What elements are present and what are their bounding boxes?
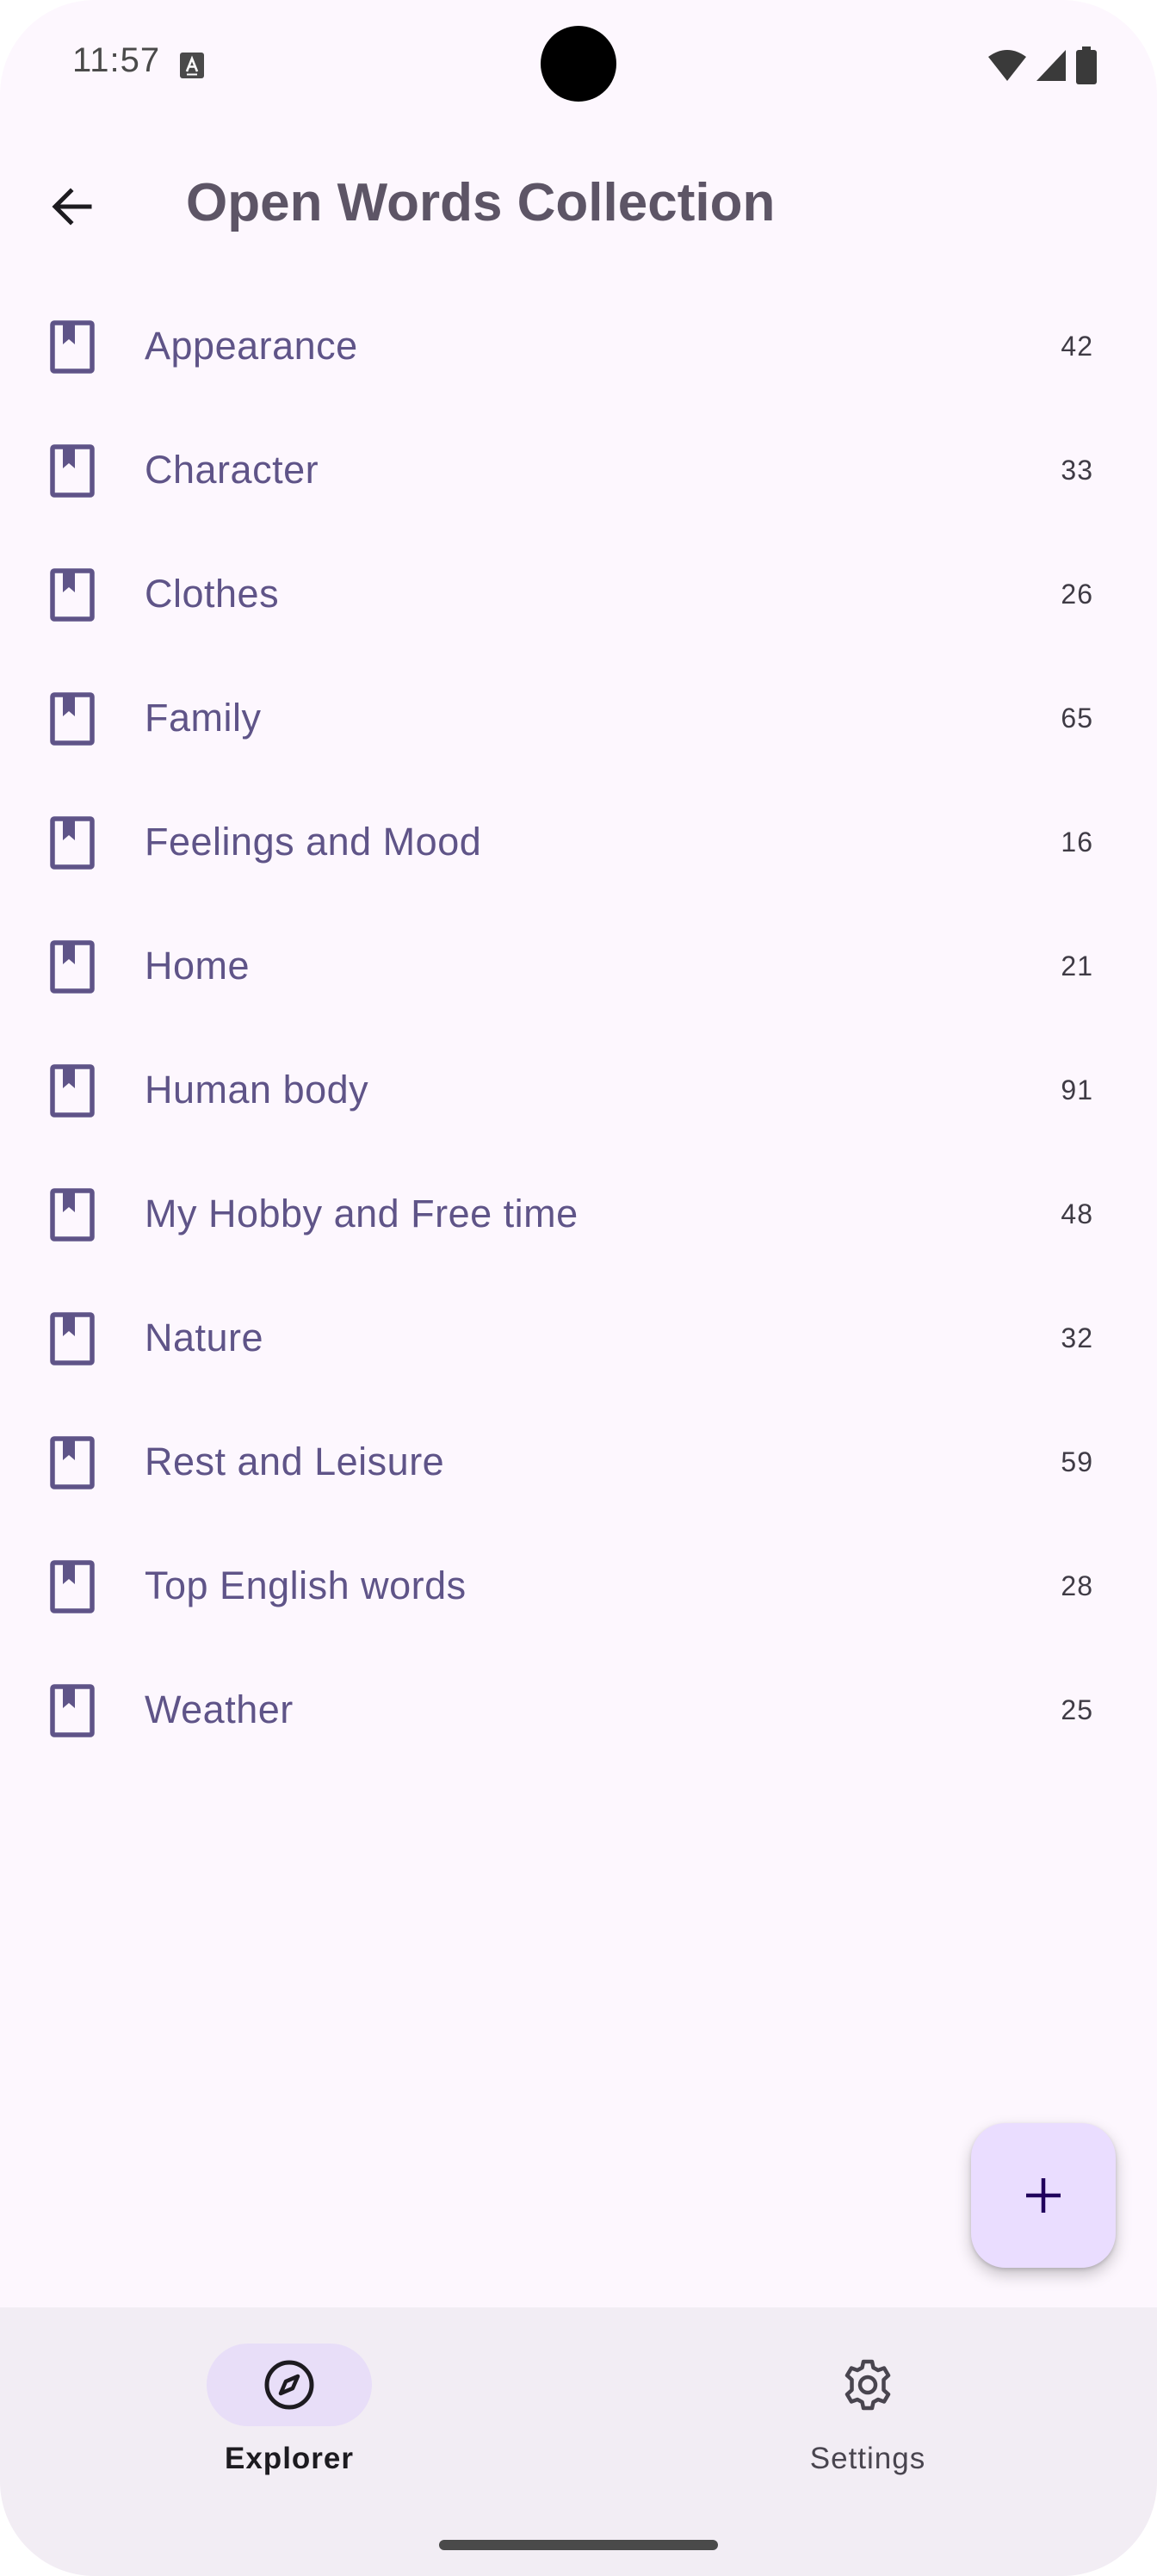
- bookmark-book-icon: [50, 568, 95, 622]
- item-label: Appearance: [145, 324, 358, 368]
- list-item[interactable]: My Hobby and Free time 48: [0, 1152, 1157, 1276]
- item-label: Character: [145, 448, 319, 492]
- item-count: 48: [1061, 1198, 1093, 1229]
- status-time: 11:57: [72, 41, 161, 79]
- nav-icon-container: [785, 2344, 950, 2426]
- nav-label-settings: Settings: [809, 2442, 926, 2475]
- item-count: 26: [1061, 578, 1093, 610]
- compass-icon: [264, 2360, 314, 2410]
- signal-icon: [1036, 50, 1066, 81]
- nav-item-explorer[interactable]: Explorer: [160, 2344, 418, 2481]
- item-label: Nature: [145, 1316, 264, 1359]
- item-label: Weather: [145, 1687, 294, 1731]
- list-item[interactable]: Appearance 42: [0, 284, 1157, 408]
- battery-icon: [1076, 46, 1097, 84]
- list-item[interactable]: Character 33: [0, 408, 1157, 532]
- item-count: 16: [1061, 826, 1093, 858]
- nav-item-settings[interactable]: Settings: [739, 2344, 997, 2481]
- nav-active-indicator: [207, 2344, 372, 2426]
- list-item[interactable]: Family 65: [0, 656, 1157, 780]
- plus-icon: [1026, 2178, 1061, 2213]
- top-app-bar: Open Words Collection: [0, 146, 1157, 257]
- bookmark-book-icon: [50, 1064, 95, 1118]
- status-icons: [988, 46, 1097, 84]
- bookmark-book-icon: [50, 940, 95, 994]
- bookmark-book-icon: [50, 816, 95, 870]
- item-label: Rest and Leisure: [145, 1440, 445, 1483]
- gear-icon: [845, 2359, 891, 2411]
- item-label: Top English words: [145, 1564, 467, 1607]
- list-item[interactable]: Rest and Leisure 59: [0, 1400, 1157, 1524]
- bookmark-book-icon: [50, 1312, 95, 1365]
- wifi-icon: [988, 50, 1026, 81]
- item-count: 91: [1061, 1074, 1093, 1105]
- item-label: My Hobby and Free time: [145, 1192, 578, 1235]
- item-count: 28: [1061, 1570, 1093, 1601]
- list-item[interactable]: Human body 91: [0, 1028, 1157, 1152]
- item-count: 42: [1061, 330, 1093, 362]
- list-item[interactable]: Top English words 28: [0, 1524, 1157, 1648]
- arrow-left-icon: [52, 188, 92, 226]
- item-count: 21: [1061, 950, 1093, 981]
- item-count: 65: [1061, 702, 1093, 734]
- item-count: 25: [1061, 1694, 1093, 1725]
- list-item[interactable]: Clothes 26: [0, 532, 1157, 656]
- add-collection-button[interactable]: [971, 2123, 1116, 2268]
- item-count: 33: [1061, 454, 1093, 486]
- item-label: Family: [145, 696, 262, 740]
- item-label: Clothes: [145, 572, 280, 616]
- bookmark-book-icon: [50, 692, 95, 746]
- list-item[interactable]: Weather 25: [0, 1648, 1157, 1772]
- item-label: Feelings and Mood: [145, 820, 482, 864]
- collection-list: Appearance 42 Character 33 Clothes 26 Fa…: [0, 284, 1157, 1772]
- app-screen: 11:57 Open Words Collection Appearance 4…: [0, 0, 1157, 2576]
- item-count: 32: [1061, 1322, 1093, 1353]
- bookmark-book-icon: [50, 1560, 95, 1613]
- page-title: Open Words Collection: [186, 173, 776, 232]
- bottom-navigation: Explorer Settings: [0, 2307, 1157, 2576]
- list-item[interactable]: Feelings and Mood 16: [0, 780, 1157, 904]
- bookmark-book-icon: [50, 444, 95, 498]
- nav-label-explorer: Explorer: [225, 2442, 354, 2475]
- item-label: Human body: [145, 1068, 369, 1112]
- camera-cutout: [541, 26, 616, 102]
- list-item[interactable]: Home 21: [0, 904, 1157, 1028]
- item-count: 59: [1061, 1446, 1093, 1477]
- item-label: Home: [145, 944, 251, 988]
- a-badge-icon: [180, 53, 204, 78]
- bookmark-book-icon: [50, 320, 95, 374]
- bookmark-book-icon: [50, 1436, 95, 1489]
- bookmark-book-icon: [50, 1188, 95, 1242]
- home-indicator[interactable]: [439, 2540, 718, 2550]
- bookmark-book-icon: [50, 1684, 95, 1737]
- status-bar: 11:57: [0, 0, 1157, 129]
- back-button[interactable]: [31, 165, 114, 248]
- list-item[interactable]: Nature 32: [0, 1276, 1157, 1400]
